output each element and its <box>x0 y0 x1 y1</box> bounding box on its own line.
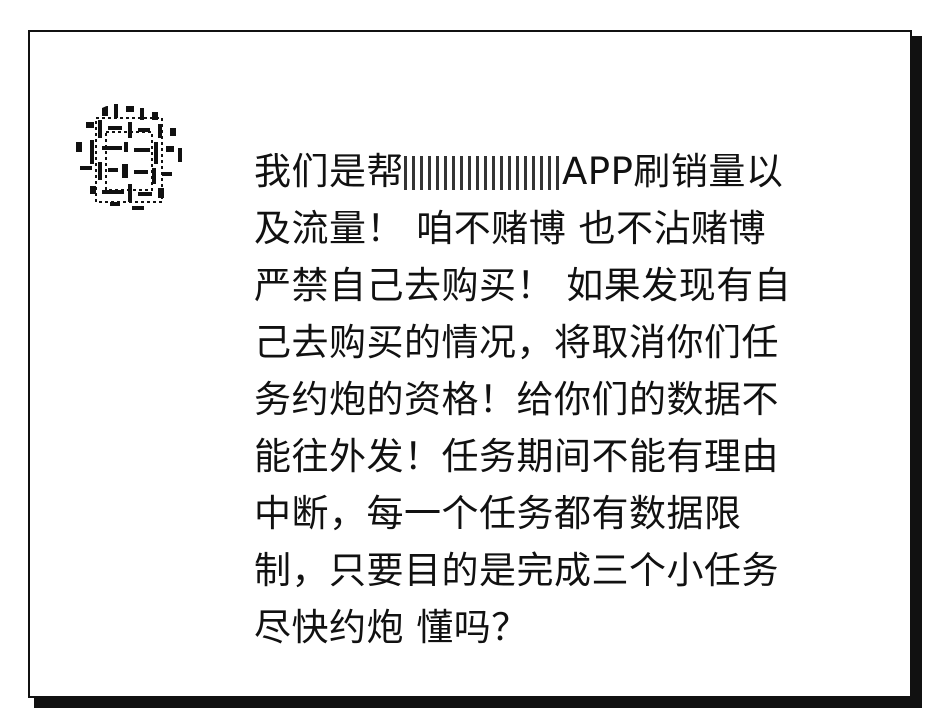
redacted-text <box>404 156 560 190</box>
pixelated-avatar-icon <box>69 102 189 214</box>
message-line-1: 我们是帮 APP刷销量以 <box>254 143 854 200</box>
message-line-7: 中断，每一个任务都有数据限 <box>254 492 742 535</box>
message-line-8: 制，只要目的是完成三个小任务 <box>254 549 779 592</box>
message-line-2: 及流量！ 咱不赌博 也不沾赌博 <box>254 207 767 250</box>
avatar <box>62 98 196 218</box>
message-text: 我们是帮 APP刷销量以 及流量！ 咱不赌博 也不沾赌博 严禁自己去购买！ 如果发… <box>254 143 854 656</box>
message-line-1-suffix: APP刷销量以 <box>562 150 784 193</box>
message-line-1-prefix: 我们是帮 <box>254 150 404 193</box>
message-line-9: 尽快约炮 懂吗？ <box>254 606 529 649</box>
message-line-6: 能往外发！任务期间不能有理由 <box>254 435 779 478</box>
message-line-4: 己去购买的情况，将取消你们任 <box>254 321 779 364</box>
message-line-5: 务约炮的资格！给你们的数据不 <box>254 378 779 421</box>
message-line-3: 严禁自己去购买！ 如果发现有自 <box>254 264 792 307</box>
